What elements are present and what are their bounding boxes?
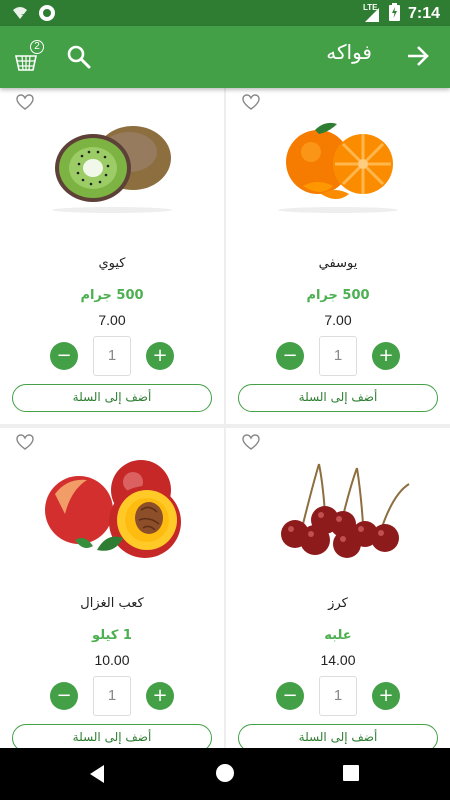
navigation-bar (0, 748, 450, 800)
quantity-stepper: − 1 + (0, 676, 224, 716)
page-title: فواكه (326, 40, 372, 64)
back-button[interactable] (406, 44, 430, 68)
quantity-input[interactable]: 1 (319, 336, 357, 376)
heart-icon[interactable] (16, 94, 34, 110)
add-to-cart-button[interactable]: أضف إلى السلة (238, 724, 438, 748)
signal-icon: LTE (362, 3, 381, 23)
cart-count-badge: 2 (30, 40, 44, 54)
add-to-cart-button[interactable]: أضف إلى السلة (12, 724, 212, 748)
increase-button[interactable]: + (146, 682, 174, 710)
tangerine-image (263, 114, 413, 214)
circle-notification-icon (38, 4, 56, 26)
nectarine-image (37, 454, 187, 558)
product-name: كعب الغزال (80, 596, 144, 611)
add-to-cart-button[interactable]: أضف إلى السلة (238, 384, 438, 412)
product-name: يوسفي (318, 256, 358, 271)
product-card[interactable]: كرز علبه 14.00 − 1 + أضف إلى السلة (226, 428, 450, 748)
nav-recents-icon[interactable] (343, 765, 359, 781)
nav-back-icon[interactable] (88, 764, 106, 788)
product-grid[interactable]: يوسفي 500 جرام 7.00 − 1 + أضف إلى السلة (0, 88, 450, 748)
heart-icon[interactable] (242, 434, 260, 450)
quantity-input[interactable]: 1 (319, 676, 357, 716)
network-type: LTE (362, 3, 378, 12)
product-name: كيوي (98, 256, 126, 271)
product-weight: 500 جرام (80, 288, 144, 303)
product-weight: 1 كيلو (92, 628, 132, 643)
quantity-input[interactable]: 1 (93, 336, 131, 376)
svg-text:?: ? (21, 13, 25, 21)
search-icon (66, 45, 92, 74)
increase-button[interactable]: + (372, 342, 400, 370)
product-weight: علبه (324, 628, 352, 643)
product-price: 7.00 (324, 312, 352, 328)
product-price: 7.00 (98, 312, 126, 328)
product-price: 10.00 (94, 652, 130, 668)
quantity-stepper: − 1 + (226, 676, 450, 716)
quantity-stepper: − 1 + (0, 336, 224, 376)
product-weight: 500 جرام (306, 288, 370, 303)
product-card[interactable]: كيوي 500 جرام 7.00 − 1 + أضف إلى السلة (0, 88, 224, 424)
decrease-button[interactable]: − (276, 342, 304, 370)
product-price: 14.00 (320, 652, 356, 668)
quantity-input[interactable]: 1 (93, 676, 131, 716)
product-card[interactable]: كعب الغزال 1 كيلو 10.00 − 1 + أضف إلى ال… (0, 428, 224, 748)
heart-icon[interactable] (242, 94, 260, 110)
arrow-forward-icon (406, 46, 430, 72)
decrease-button[interactable]: − (50, 682, 78, 710)
search-button[interactable] (66, 44, 92, 70)
quantity-stepper: − 1 + (226, 336, 450, 376)
increase-button[interactable]: + (146, 342, 174, 370)
cart-button[interactable]: 2 (14, 40, 46, 72)
wifi-question-icon: ? (12, 5, 28, 25)
product-name: كرز (328, 596, 348, 611)
product-card[interactable]: يوسفي 500 جرام 7.00 − 1 + أضف إلى السلة (226, 88, 450, 424)
heart-icon[interactable] (16, 434, 34, 450)
decrease-button[interactable]: − (50, 342, 78, 370)
status-time: 7:14 (407, 5, 440, 22)
add-to-cart-button[interactable]: أضف إلى السلة (12, 384, 212, 412)
cherries-image (263, 454, 413, 558)
battery-charging-icon (388, 3, 400, 25)
increase-button[interactable]: + (372, 682, 400, 710)
decrease-button[interactable]: − (276, 682, 304, 710)
nav-home-icon[interactable] (216, 764, 234, 782)
app-bar: 2 فواكه (0, 26, 450, 88)
status-bar: ? LTE 7:14 (0, 0, 450, 26)
kiwi-image (37, 114, 187, 214)
